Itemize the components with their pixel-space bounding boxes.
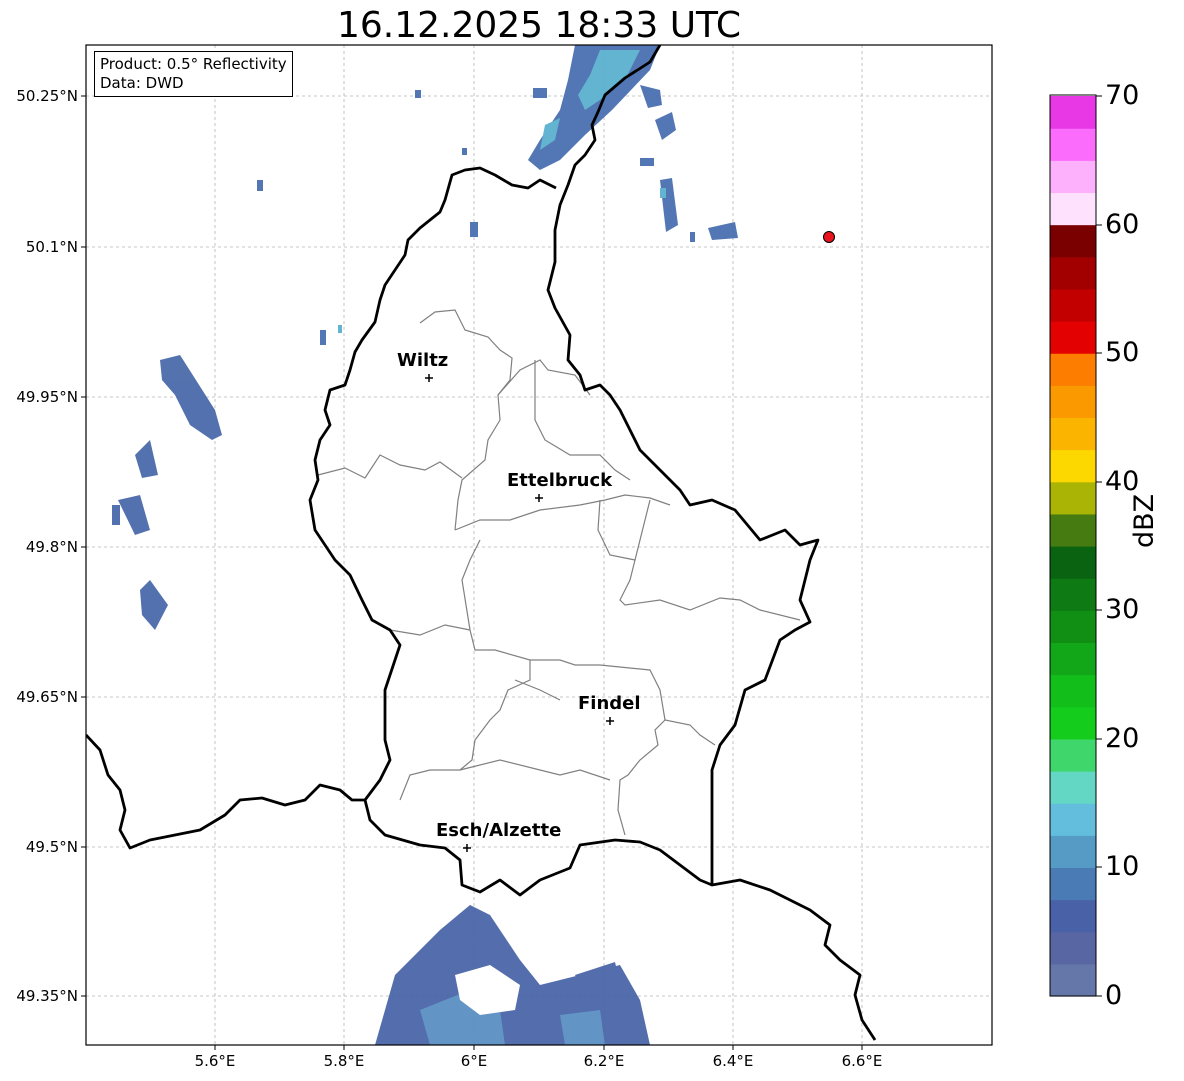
findel-marker [606,717,614,725]
colorbar-segment [1050,610,1096,644]
radar-site-marker [823,231,835,243]
colorbar-segment [1050,642,1096,676]
radar-map [81,44,1102,1050]
colorbar-segment [1050,128,1096,161]
colorbar-segment [1050,899,1096,933]
colorbar-tick-marks [1096,95,1102,997]
lat-label: 49.5°N [25,838,78,856]
lat-label: 50.25°N [16,87,78,105]
colorbar-tick-label: 20 [1105,723,1140,754]
colorbar-segment [1050,224,1096,258]
lat-label: 49.65°N [16,688,78,706]
colorbar-tick-label: 60 [1105,209,1140,240]
lon-label: 6.2°E [583,1052,625,1070]
colorbar-segment [1050,867,1096,901]
lon-label: 5.8°E [323,1052,365,1070]
colorbar-segment [1050,706,1096,740]
colorbar-segment [1050,931,1096,965]
colorbar-tick-label: 30 [1105,594,1140,625]
colorbar-tick-label: 40 [1105,466,1140,497]
colorbar-tick-label: 70 [1105,80,1140,111]
colorbar-segment [1050,449,1096,483]
colorbar-tick-label: 0 [1105,980,1123,1011]
colorbar-segment [1050,385,1096,419]
city-markers [425,374,614,852]
colorbar-segment [1050,321,1096,354]
lon-label: 6.6°E [841,1052,883,1070]
lat-label: 49.8°N [25,538,78,556]
colorbar-segment [1050,803,1096,836]
lat-label: 50.1°N [25,238,78,256]
colorbar-tick-label: 50 [1105,337,1140,368]
map-gridlines [86,45,992,1045]
colorbar-segment [1050,353,1096,386]
colorbar-segment [1050,256,1096,290]
esch-marker [463,844,471,852]
colorbar-segment [1050,481,1096,515]
lat-label: 49.95°N [16,388,78,406]
colorbar-tick-label: 10 [1105,851,1140,882]
colorbar-segment [1050,674,1096,708]
colorbar-segment [1050,771,1096,804]
colorbar-segment [1050,578,1096,611]
colorbar-segment [1050,738,1096,772]
lat-label: 49.35°N [16,987,78,1005]
colorbar-segment [1050,192,1096,226]
national-borders [86,45,877,1041]
ettelbruck-marker [535,494,543,502]
echo-south-band [375,905,650,1045]
lon-label: 6.4°E [712,1052,754,1070]
colorbar-segment [1050,96,1096,129]
colorbar-title: dBZ [1129,493,1160,548]
colorbar-segment [1050,288,1096,322]
city-label-ettelbruck: Ettelbruck [507,470,613,491]
radar-echoes [112,45,738,1045]
map-frame [85,44,993,1046]
product-line: Product: 0.5° Reflectivity [100,55,287,73]
city-label-wiltz: Wiltz [397,350,449,371]
city-label-esch-alzette: Esch/Alzette [436,820,562,841]
city-label-findel: Findel [578,693,641,714]
colorbar [1050,96,1096,997]
echo-west-cells [112,355,222,630]
lon-label: 5.6°E [194,1052,236,1070]
data-source-line: Data: DWD [100,74,184,92]
lon-label: 6°E [460,1052,488,1070]
colorbar-segment [1050,513,1096,547]
colorbar-segment [1050,160,1096,194]
product-info-box: Product: 0.5° Reflectivity Data: DWD [94,51,293,97]
colorbar-segment [1050,835,1096,869]
colorbar-segment [1050,963,1096,997]
colorbar-segment [1050,546,1096,579]
colorbar-segment [1050,417,1096,451]
wiltz-marker [425,374,433,382]
